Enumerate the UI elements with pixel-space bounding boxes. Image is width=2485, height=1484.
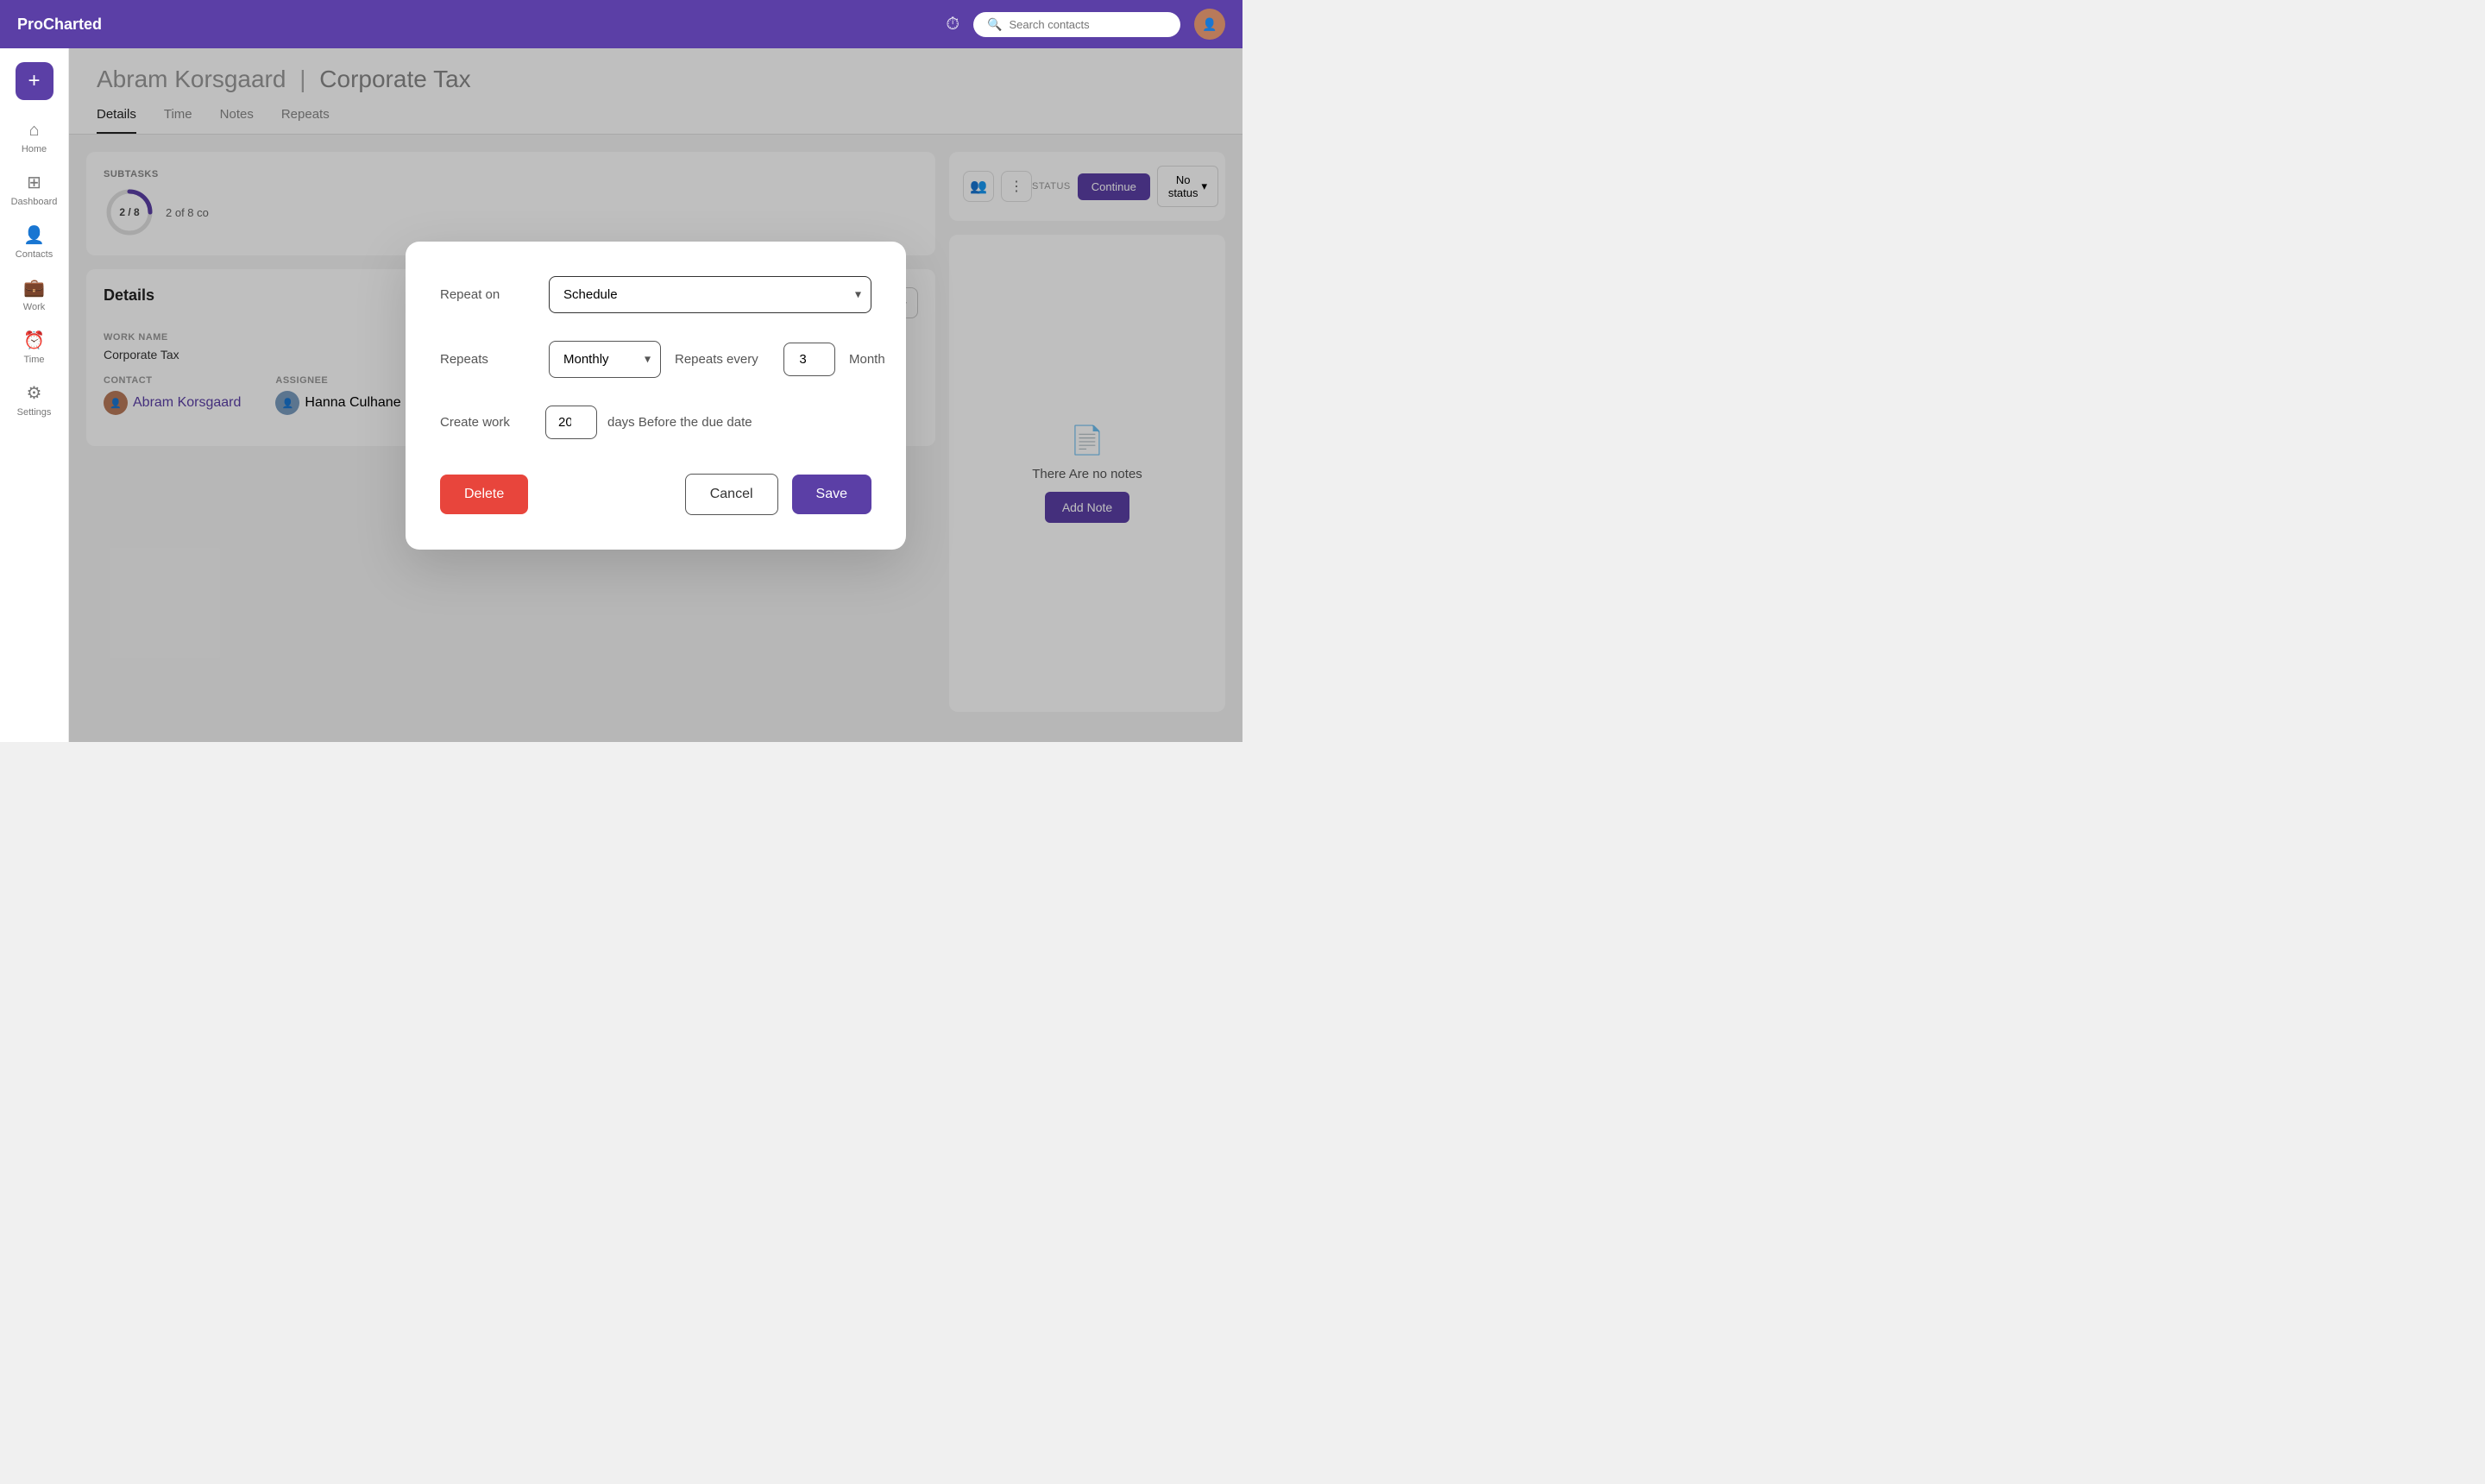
create-work-input[interactable] (545, 406, 597, 439)
modal-buttons: Delete Cancel Save (440, 474, 871, 515)
sidebar-item-label: Time (23, 355, 44, 365)
sidebar-item-label: Dashboard (11, 197, 58, 207)
dashboard-icon: ⊞ (27, 172, 41, 193)
sidebar-item-label: Home (22, 144, 47, 154)
save-button[interactable]: Save (792, 475, 871, 514)
timer-icon[interactable]: ⏱ (946, 15, 959, 35)
settings-icon: ⚙ (27, 382, 42, 404)
repeat-modal: Repeat on Schedule Due Date Start Date ▾… (406, 242, 906, 550)
search-input[interactable] (1009, 18, 1167, 31)
plus-icon: + (28, 71, 40, 91)
app-logo: ProCharted (17, 16, 102, 34)
sidebar-item-home[interactable]: ⌂ Home (0, 114, 68, 161)
topbar-right: ⏱ 🔍 👤 (946, 9, 1225, 40)
cancel-button[interactable]: Cancel (685, 474, 778, 515)
sidebar-item-label: Work (23, 302, 45, 312)
repeats-every-label: Repeats every (675, 352, 770, 367)
time-icon: ⏰ (23, 330, 45, 351)
sidebar-item-time[interactable]: ⏰ Time (0, 323, 68, 372)
repeat-on-select-wrapper: Schedule Due Date Start Date ▾ (549, 276, 871, 313)
modal-overlay: Repeat on Schedule Due Date Start Date ▾… (69, 48, 1242, 742)
repeats-every-unit: Month (849, 352, 885, 367)
sidebar-item-label: Contacts (16, 249, 53, 260)
create-work-label: Create work (440, 415, 535, 430)
repeat-on-row: Repeat on Schedule Due Date Start Date ▾ (440, 276, 871, 313)
topbar: ProCharted ⏱ 🔍 👤 (0, 0, 1242, 48)
delete-button[interactable]: Delete (440, 475, 528, 514)
main-layout: + ⌂ Home ⊞ Dashboard 👤 Contacts 💼 Work ⏰… (0, 48, 1242, 742)
repeats-every-input[interactable] (783, 343, 835, 376)
create-work-row: Create work days Before the due date (440, 406, 871, 439)
main-content: Abram Korsgaard | Corporate Tax Details … (69, 48, 1242, 742)
avatar[interactable]: 👤 (1194, 9, 1225, 40)
sidebar-item-label: Settings (17, 407, 52, 418)
repeat-on-select[interactable]: Schedule Due Date Start Date (549, 276, 871, 313)
sidebar-item-work[interactable]: 💼 Work (0, 270, 68, 319)
search-icon: 🔍 (987, 17, 1002, 32)
repeats-select-wrapper: Daily Weekly Monthly Yearly ▾ (549, 341, 661, 378)
repeat-on-label: Repeat on (440, 287, 535, 302)
contacts-icon: 👤 (23, 224, 45, 246)
home-icon: ⌂ (28, 121, 39, 141)
repeats-select[interactable]: Daily Weekly Monthly Yearly (549, 341, 661, 378)
sidebar-item-settings[interactable]: ⚙ Settings (0, 375, 68, 424)
sidebar-item-dashboard[interactable]: ⊞ Dashboard (0, 165, 68, 214)
search-bar[interactable]: 🔍 (973, 12, 1180, 37)
add-button[interactable]: + (16, 62, 53, 100)
work-icon: 💼 (23, 277, 45, 299)
repeats-label: Repeats (440, 352, 535, 367)
create-work-suffix: days Before the due date (607, 415, 752, 430)
sidebar-item-contacts[interactable]: 👤 Contacts (0, 217, 68, 267)
sidebar: + ⌂ Home ⊞ Dashboard 👤 Contacts 💼 Work ⏰… (0, 48, 69, 742)
repeats-row: Repeats Daily Weekly Monthly Yearly ▾ Re… (440, 341, 871, 378)
